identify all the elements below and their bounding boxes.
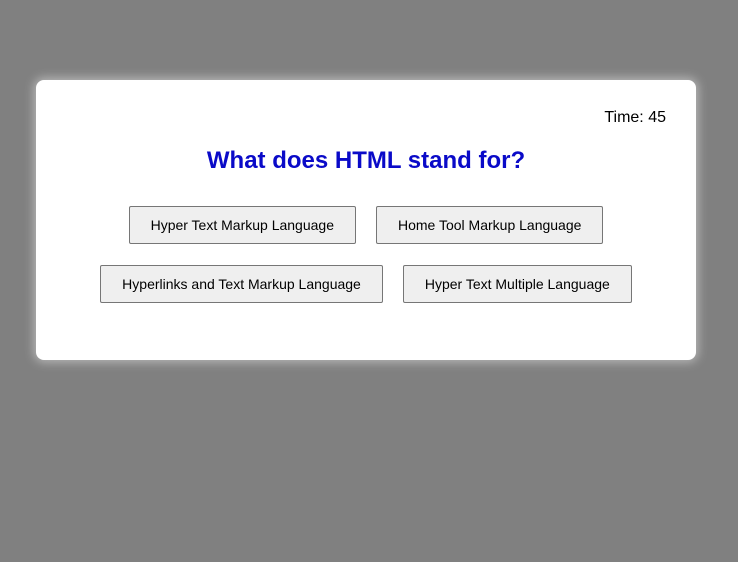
answer-options: Hyper Text Markup Language Home Tool Mar… (36, 206, 696, 303)
answer-row-2: Hyperlinks and Text Markup Language Hype… (100, 265, 632, 303)
answer-option-2[interactable]: Home Tool Markup Language (376, 206, 604, 244)
quiz-card: Time: 45 What does HTML stand for? Hyper… (36, 80, 696, 360)
question-text: What does HTML stand for? (206, 147, 526, 174)
answer-row-1: Hyper Text Markup Language Home Tool Mar… (128, 206, 604, 244)
timer: Time: 45 (604, 109, 666, 126)
answer-option-1[interactable]: Hyper Text Markup Language (128, 206, 356, 244)
answer-option-3[interactable]: Hyperlinks and Text Markup Language (100, 265, 383, 303)
answer-option-4[interactable]: Hyper Text Multiple Language (402, 265, 632, 303)
